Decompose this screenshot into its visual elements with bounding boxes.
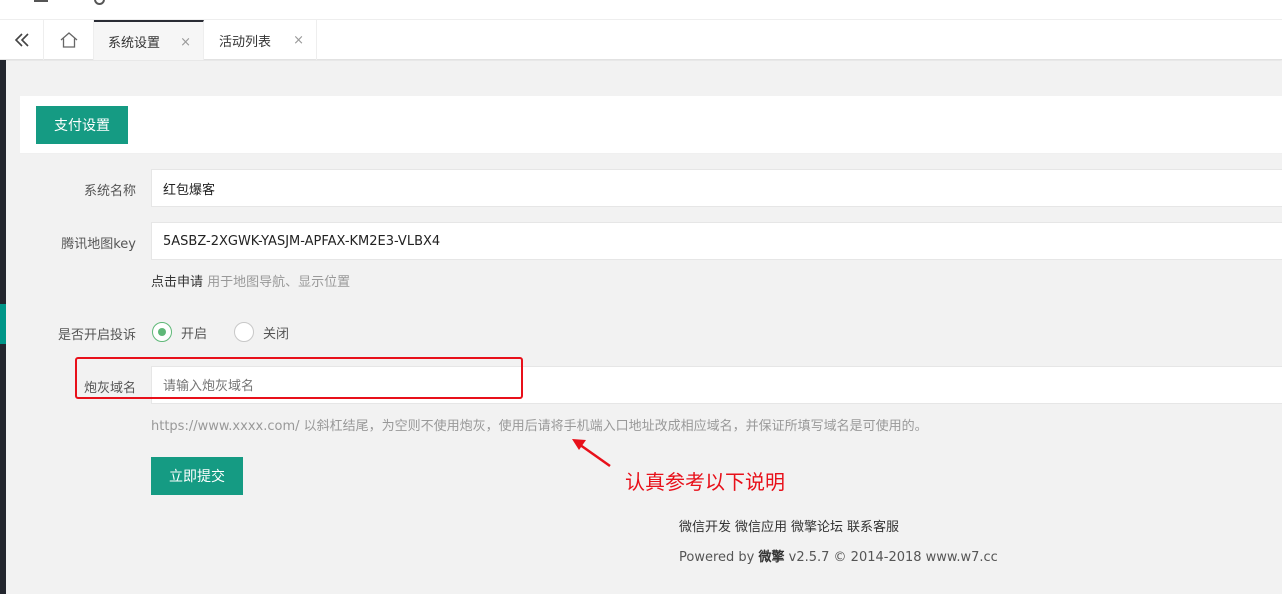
annotation-arrow-icon <box>572 439 611 468</box>
powered-by-text: Powered by <box>679 550 759 565</box>
card-header <box>20 96 1282 154</box>
cannon-domain-input[interactable] <box>151 366 1282 404</box>
apply-link[interactable]: 点击申请 <box>151 275 203 290</box>
submit-button[interactable]: 立即提交 <box>151 457 243 495</box>
complaint-off-radio[interactable]: 关闭 <box>234 322 289 342</box>
cannon-domain-hint: https://www.xxxx.com/ 以斜杠结尾，为空则不使用炮灰，使用后… <box>151 419 928 434</box>
annotation-text: 认真参考以下说明 <box>625 470 785 494</box>
user-icon[interactable] <box>94 0 105 5</box>
complaint-on-radio[interactable]: 开启 <box>152 322 207 342</box>
tab-label: 系统设置 <box>108 35 161 51</box>
home-tab-button[interactable] <box>44 20 94 60</box>
double-chevron-left-icon <box>14 33 29 47</box>
footer-link[interactable]: 微信开发 <box>679 520 731 535</box>
top-header-bar <box>0 0 1282 20</box>
radio-unchecked-icon <box>234 322 254 342</box>
collapse-sidebar-button[interactable] <box>0 20 44 60</box>
footer-link[interactable]: 联系客服 <box>847 520 899 535</box>
home-icon <box>60 32 77 48</box>
system-name-input[interactable]: 红包爆客 <box>151 169 1282 207</box>
tab-system-settings[interactable]: 系统设置 × <box>94 20 204 60</box>
radio-checked-icon <box>152 322 172 342</box>
map-key-hint-text: 用于地图导航、显示位置 <box>203 275 351 290</box>
close-icon[interactable]: × <box>180 35 191 50</box>
tab-bar: 系统设置 × 活动列表 × <box>0 20 1282 60</box>
tab-activity-list[interactable]: 活动列表 × <box>205 20 317 60</box>
version-text: v2.5.7 © 2014-2018 www.w7.cc <box>784 550 998 565</box>
tab-label: 活动列表 <box>219 34 272 50</box>
map-key-hint: 点击申请 用于地图导航、显示位置 <box>151 271 350 290</box>
footer-link[interactable]: 微擎论坛 <box>791 520 843 535</box>
radio-label: 关闭 <box>263 326 290 342</box>
footer-link[interactable]: 微信应用 <box>735 520 787 535</box>
menu-icon[interactable] <box>34 0 48 2</box>
map-key-input[interactable]: 5ASBZ-2XGWK-YASJM-APFAX-KM2E3-VLBX4 <box>151 222 1282 260</box>
footer-brand: 微擎 <box>758 550 785 565</box>
complaint-label: 是否开启投诉 <box>57 328 136 343</box>
footer-links: 微信开发 微信应用 微擎论坛 联系客服 <box>679 516 903 535</box>
close-icon[interactable]: × <box>293 33 304 48</box>
cannon-domain-label: 炮灰域名 <box>83 381 136 396</box>
radio-label: 开启 <box>181 326 208 342</box>
footer-copyright: Powered by 微擎 v2.5.7 © 2014-2018 www.w7.… <box>679 546 998 565</box>
system-name-label: 系统名称 <box>83 184 136 199</box>
map-key-label: 腾讯地图key <box>61 237 136 252</box>
pay-settings-button[interactable]: 支付设置 <box>36 106 128 144</box>
